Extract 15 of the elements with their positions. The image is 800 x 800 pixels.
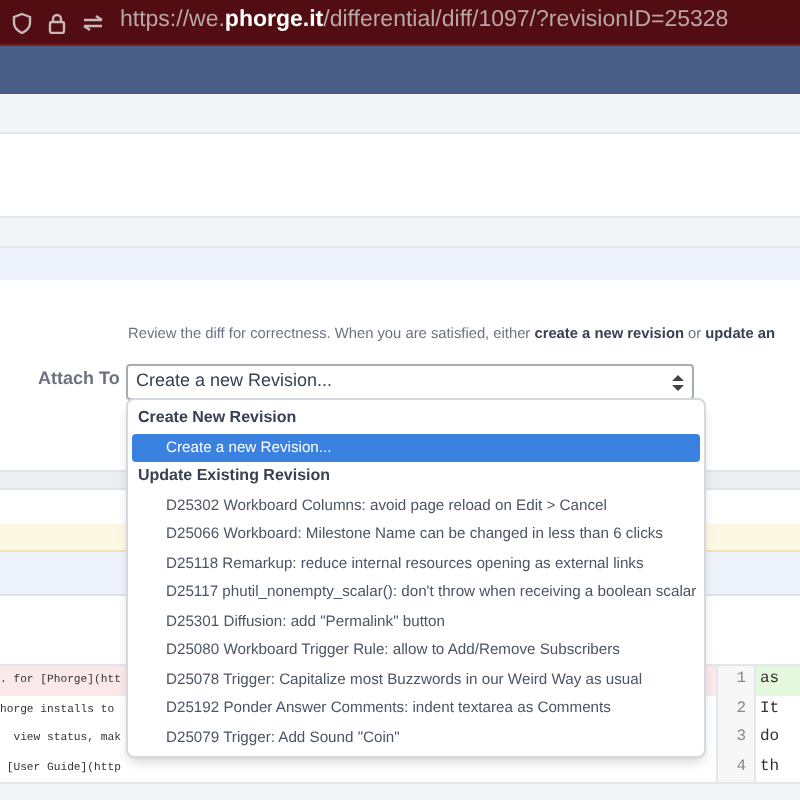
lock-icon[interactable]	[48, 11, 66, 33]
group-heading: Update Existing Revision	[136, 464, 333, 488]
line-number: 2	[716, 695, 756, 724]
attach-to-select[interactable]: Create a new Revision...	[126, 364, 694, 400]
arrows-icon[interactable]	[82, 13, 104, 31]
attach-to-label: Attach To	[38, 366, 120, 392]
sort-arrows-icon	[672, 373, 684, 391]
diff-code-line: do	[758, 726, 782, 750]
line-number: 4	[716, 753, 756, 782]
line-number: 1	[716, 666, 756, 695]
diff-code-line: th	[758, 755, 782, 779]
group-heading: Create New Revision	[136, 406, 299, 430]
shield-icon[interactable]	[12, 11, 32, 33]
diff-code-line: It	[758, 697, 782, 721]
line-number: 3	[716, 724, 756, 753]
